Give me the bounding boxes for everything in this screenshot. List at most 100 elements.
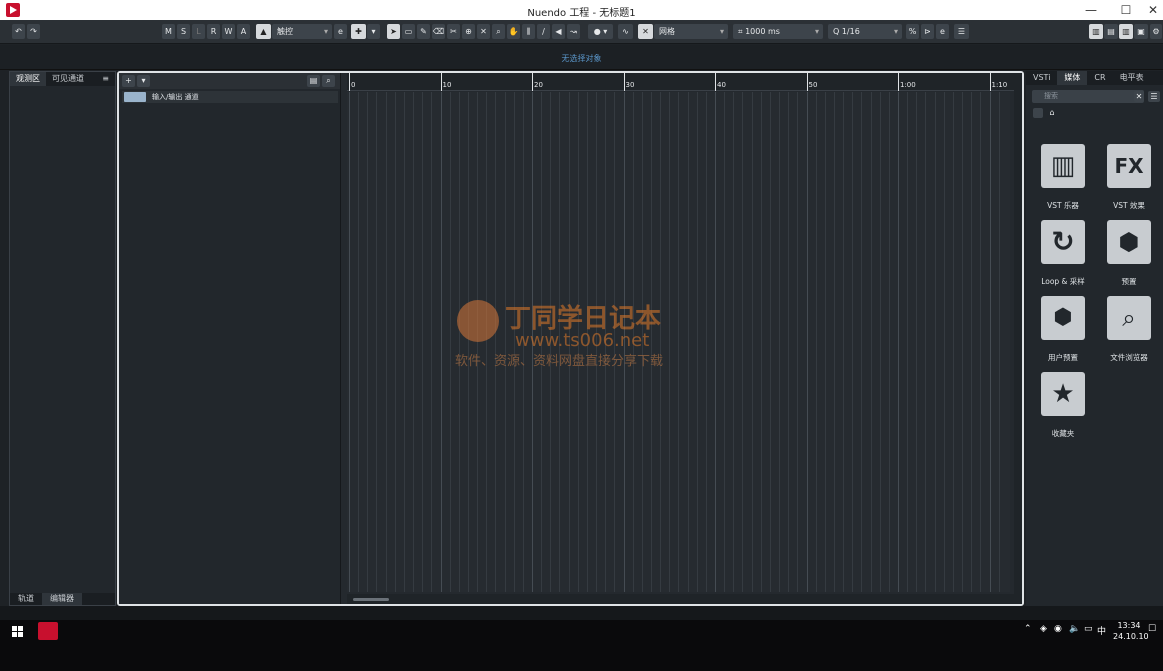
eraser-tool-icon[interactable]: ⌫ xyxy=(432,24,445,39)
add-track-button[interactable]: + xyxy=(122,75,135,87)
checkbox[interactable] xyxy=(1033,108,1043,118)
split-tool-icon[interactable]: ✂ xyxy=(447,24,460,39)
wechat-icon[interactable]: ◉ xyxy=(1054,624,1062,634)
tab-vsti[interactable]: VSTi xyxy=(1026,71,1057,85)
automation-mode-select[interactable]: 触控 xyxy=(272,24,332,39)
maximize-button[interactable]: ☐ xyxy=(1111,0,1141,20)
hexagon-icon[interactable]: ⬢ xyxy=(1107,220,1151,264)
media-search-input[interactable]: 搜索 xyxy=(1032,90,1144,103)
event-display[interactable] xyxy=(347,92,1010,592)
swing-icon[interactable]: ⊳ xyxy=(921,24,934,39)
grid-value: 1000 ms xyxy=(745,27,780,36)
listen-button[interactable]: L xyxy=(192,24,205,39)
quantize-select[interactable]: Q 1/16 xyxy=(828,24,902,39)
file-browser-icon[interactable]: ⌕ xyxy=(1107,296,1151,340)
tab-inspector[interactable]: 观测区 xyxy=(10,72,46,86)
grid-value-select[interactable]: ⌗ 1000 ms xyxy=(733,24,823,39)
grid-line xyxy=(678,92,680,592)
grid-line xyxy=(632,92,634,592)
ime-indicator[interactable]: 中 xyxy=(1097,624,1106,637)
nuendo-taskbar-icon[interactable] xyxy=(38,622,58,640)
tray-expand-icon[interactable]: ⌃ xyxy=(1024,624,1032,634)
iterative-quantize-icon[interactable]: % xyxy=(906,24,919,39)
read-button[interactable]: R xyxy=(207,24,220,39)
grid-line xyxy=(779,92,781,592)
find-track-icon[interactable]: ⌕ xyxy=(322,75,335,87)
ruler-tick xyxy=(440,73,442,91)
tab-editor[interactable]: 编辑器 xyxy=(42,593,82,605)
e-button[interactable]: e xyxy=(334,24,347,39)
track-list-icon[interactable]: ☰ xyxy=(954,24,969,39)
glue-tool-icon[interactable]: ⊕ xyxy=(462,24,475,39)
left-zone-toggle-icon[interactable]: ▥ xyxy=(1089,24,1103,39)
tab-media[interactable]: 媒体 xyxy=(1057,71,1088,85)
track-name: 输入/输出 通道 xyxy=(152,93,199,101)
mute-button[interactable]: M xyxy=(162,24,175,39)
snap-type-select[interactable]: 网格 xyxy=(654,24,728,39)
redo-button[interactable]: ↷ xyxy=(27,24,40,39)
snap-toggle-icon[interactable]: ✕ xyxy=(638,24,653,39)
tile-label-vst-instruments: VST 乐器 xyxy=(1047,201,1079,210)
hand-tool-icon[interactable]: ✋ xyxy=(507,24,520,39)
line-tool-icon[interactable]: ∕ xyxy=(537,24,550,39)
fx-icon[interactable]: FX xyxy=(1107,144,1151,188)
autoscroll-icon[interactable]: ∿ xyxy=(618,24,633,39)
left-zone-menu-icon[interactable]: ≡ xyxy=(96,72,115,86)
tile-label-file-browser: 文件浏览器 xyxy=(1110,353,1148,362)
shield-icon[interactable]: ◈ xyxy=(1040,624,1047,634)
pointer-tool-icon[interactable]: ➤ xyxy=(387,24,400,39)
windows-start-icon[interactable] xyxy=(12,626,24,638)
home-icon[interactable]: ⌂ xyxy=(1046,108,1058,118)
list-view-icon[interactable]: ☰ xyxy=(1148,91,1160,102)
pencil-tool-icon[interactable]: ✎ xyxy=(417,24,430,39)
tab-meter[interactable]: 电平表 xyxy=(1113,71,1151,85)
grid-line xyxy=(449,92,451,592)
comp-tool-icon[interactable]: ⫼ xyxy=(522,24,535,39)
close-button[interactable]: ✕ xyxy=(1138,0,1163,20)
grid-line xyxy=(998,92,1000,592)
mute-tool-icon[interactable]: ✕ xyxy=(477,24,490,39)
clock[interactable]: 13:34 24.10.10 xyxy=(1113,620,1149,642)
network-icon[interactable]: ▭ xyxy=(1084,624,1093,634)
loop-icon[interactable]: ↻ xyxy=(1041,220,1085,264)
lower-zone-toggle-icon[interactable]: ▤ xyxy=(1104,24,1118,39)
undo-button[interactable]: ↶ xyxy=(12,24,25,39)
user-preset-icon[interactable]: ⬢ xyxy=(1041,296,1085,340)
settings-gear-icon[interactable]: ⚙ xyxy=(1150,24,1162,39)
solo-button[interactable]: S xyxy=(177,24,190,39)
notification-icon[interactable]: ☐ xyxy=(1148,624,1156,634)
track-row[interactable]: 输入/输出 通道 xyxy=(122,91,338,103)
track-list: + ▾ ▤ ⌕ 输入/输出 通道 xyxy=(119,73,341,604)
horizontal-scrollbar[interactable] xyxy=(347,594,1017,604)
transport-toggle-icon[interactable]: ▣ xyxy=(1134,24,1148,39)
grid-line xyxy=(715,92,716,592)
scrollbar-thumb[interactable] xyxy=(353,598,389,601)
project-window: + ▾ ▤ ⌕ 输入/输出 通道 0 10 20 30 40 50 1:00 1:10 xyxy=(117,71,1024,606)
warp-tool-icon[interactable]: ↝ xyxy=(567,24,580,39)
speaker-tool-icon[interactable]: ◀ xyxy=(552,24,565,39)
vertical-scrollbar[interactable] xyxy=(1014,73,1022,604)
clear-search-icon[interactable]: ✕ xyxy=(1134,91,1144,102)
write-button[interactable]: W xyxy=(222,24,235,39)
star-icon[interactable]: ★ xyxy=(1041,372,1085,416)
minimize-button[interactable]: — xyxy=(1076,0,1106,20)
color-tool-icon[interactable]: ● ▾ xyxy=(588,24,613,39)
tab-visibility[interactable]: 可见通道 xyxy=(46,72,90,86)
zoom-tool-icon[interactable]: ⌕ xyxy=(492,24,505,39)
automation-mode-icon[interactable]: ▲ xyxy=(256,24,271,39)
add-track-dropdown-icon[interactable]: ▾ xyxy=(137,75,150,87)
quantize-e-button[interactable]: e xyxy=(936,24,949,39)
timeline-ruler[interactable]: 0 10 20 30 40 50 1:00 1:10 xyxy=(347,73,1019,91)
constrain-dropdown-button[interactable]: ▾ xyxy=(367,24,380,39)
tab-cr[interactable]: CR xyxy=(1087,71,1112,85)
range-tool-icon[interactable]: ▭ xyxy=(402,24,415,39)
tab-tracks[interactable]: 轨道 xyxy=(10,593,42,605)
grid-line xyxy=(522,92,524,592)
constrain-delay-icon[interactable]: ✚ xyxy=(351,24,366,39)
grid-line xyxy=(376,92,378,592)
track-presets-icon[interactable]: ▤ xyxy=(307,75,320,87)
piano-icon[interactable]: ▥ xyxy=(1041,144,1085,188)
right-zone-toggle-icon[interactable]: ▥ xyxy=(1119,24,1133,39)
volume-icon[interactable]: 🔈 xyxy=(1069,624,1080,634)
automation-button[interactable]: A xyxy=(237,24,250,39)
